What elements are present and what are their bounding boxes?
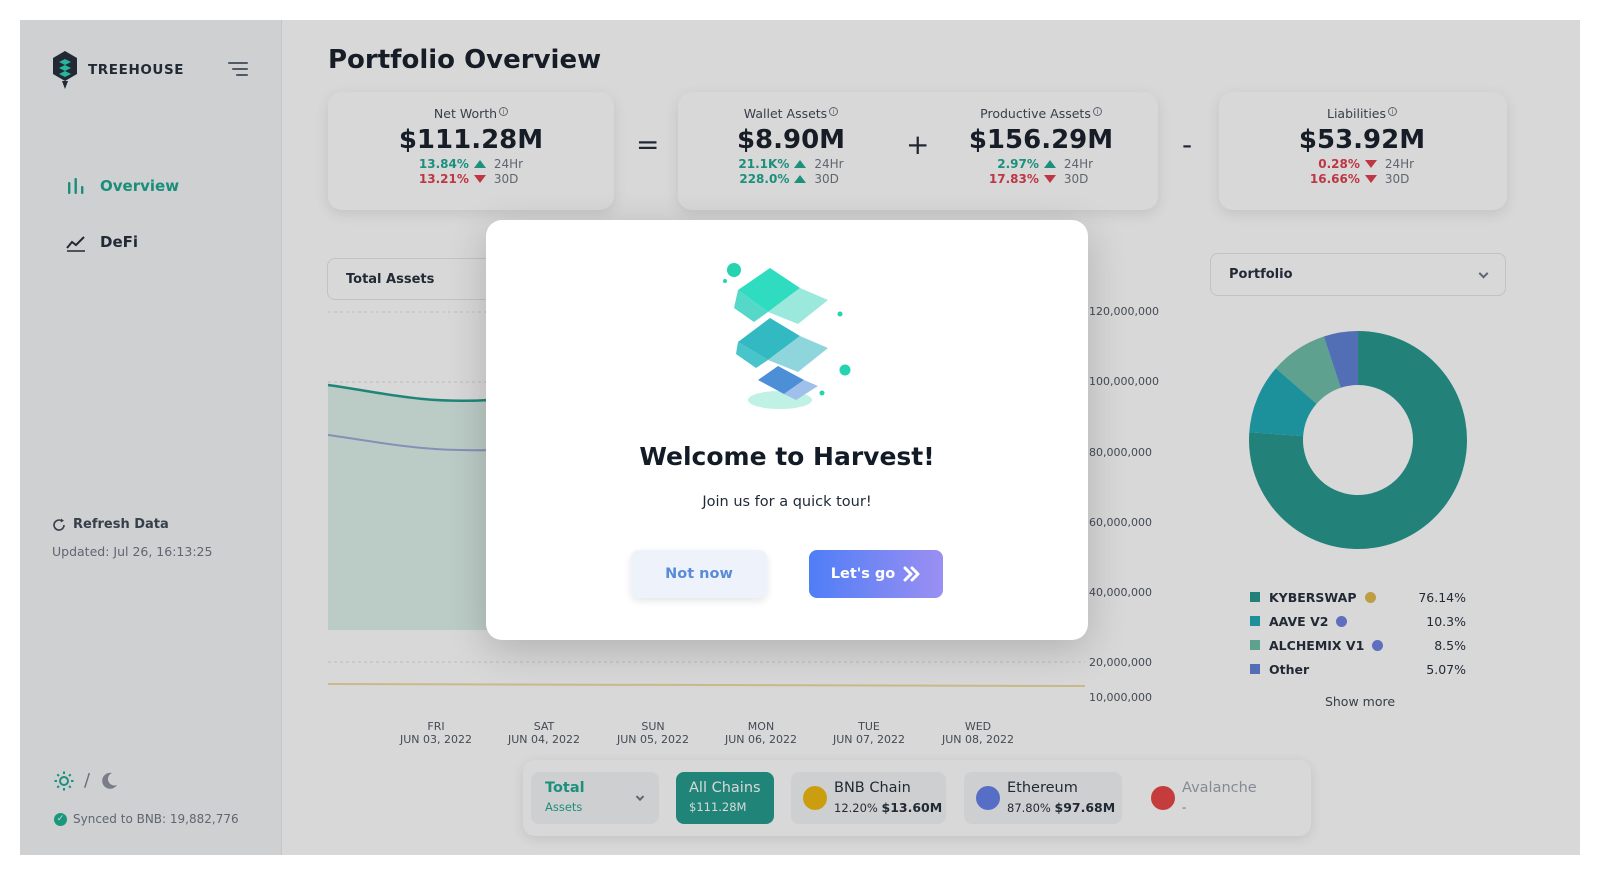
welcome-modal: Welcome to Harvest! Join us for a quick … bbox=[486, 220, 1088, 640]
lets-go-button[interactable]: Let's go bbox=[809, 550, 943, 598]
modal-title: Welcome to Harvest! bbox=[639, 442, 935, 471]
modal-subtitle: Join us for a quick tour! bbox=[702, 494, 872, 510]
double-chevron-right-icon bbox=[903, 566, 920, 582]
harvest-illustration-icon bbox=[723, 263, 851, 409]
app-window: TREEHOUSE Overview DeFi Refresh Data Upd… bbox=[20, 20, 1580, 855]
lets-go-label: Let's go bbox=[830, 566, 896, 582]
not-now-button[interactable]: Not now bbox=[631, 550, 767, 598]
